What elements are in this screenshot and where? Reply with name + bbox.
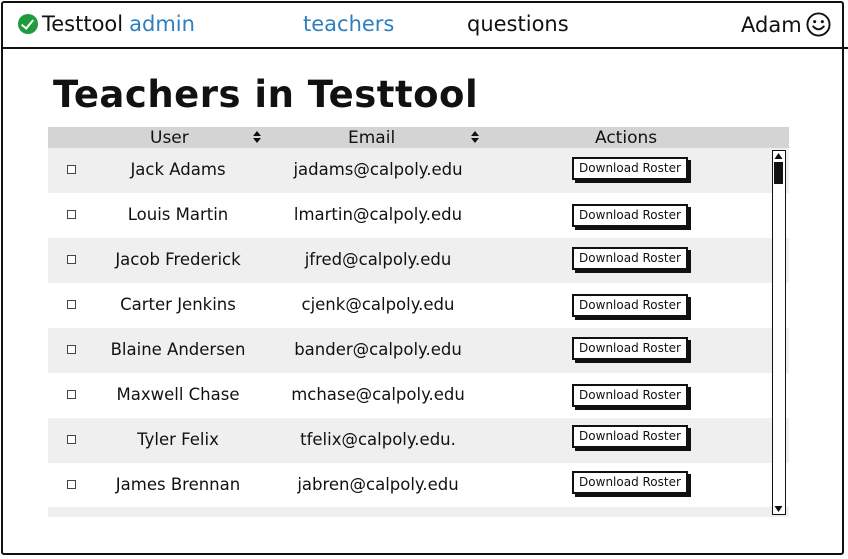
user-name-cell: Louis Martin	[127, 205, 229, 224]
download-roster-button[interactable]: Download Roster	[572, 337, 688, 360]
email-cell: mchase@calpoly.edu	[291, 385, 465, 404]
table-row-partial	[48, 507, 789, 517]
table-row: James Brennan jabren@calpoly.edu Download …	[48, 463, 789, 508]
download-roster-button[interactable]: Download Roster	[572, 471, 688, 494]
row-checkbox[interactable]	[67, 165, 76, 174]
column-header-actions: Actions	[595, 128, 658, 148]
check-icon	[18, 14, 38, 34]
nav-link-teachers[interactable]: teachers	[303, 12, 394, 36]
table-row: Blaine Andersen bander@calpoly.edu Downloa…	[48, 328, 789, 373]
email-cell: tfelix@calpoly.edu.	[300, 430, 456, 449]
email-cell: bander@calpoly.edu	[294, 340, 462, 359]
user-name-cell: Jack Adams	[130, 160, 226, 179]
email-cell: jfred@calpoly.edu	[304, 250, 452, 269]
table-row: Louis Martin lmartin@calpoly.edu Download …	[48, 193, 789, 238]
download-roster-button[interactable]: Download Roster	[572, 384, 688, 407]
scrollbar-thumb[interactable]	[774, 162, 783, 184]
download-roster-button[interactable]: Download Roster	[572, 294, 688, 317]
table-row: Maxwell Chase mchase@calpoly.edu Download …	[48, 373, 789, 418]
row-checkbox[interactable]	[67, 480, 76, 489]
row-checkbox[interactable]	[67, 390, 76, 399]
table-row: Tyler Felix tfelix@calpoly.edu. Download R…	[48, 418, 789, 463]
user-name-cell: Maxwell Chase	[116, 385, 240, 404]
page-title: Teachers in Testtool	[53, 73, 479, 116]
email-cell: cjenk@calpoly.edu	[301, 295, 455, 314]
user-name-cell: Carter Jenkins	[120, 295, 236, 314]
nav-link-questions[interactable]: questions	[467, 12, 569, 36]
download-roster-button[interactable]: Download Roster	[572, 425, 688, 448]
row-checkbox[interactable]	[67, 435, 76, 444]
row-checkbox[interactable]	[67, 210, 76, 219]
user-name-cell: Tyler Felix	[137, 430, 219, 449]
brand-name: Testtool	[42, 12, 124, 36]
download-roster-button[interactable]: Download Roster	[572, 157, 688, 180]
top-nav: Testtool admin teachers questions Adam	[3, 3, 848, 49]
smiley-icon	[806, 12, 831, 37]
column-header-user[interactable]: User	[150, 128, 189, 148]
user-name-cell: Blaine Andersen	[110, 340, 246, 359]
download-roster-button[interactable]: Download Roster	[572, 204, 688, 227]
sort-icon[interactable]	[470, 130, 480, 144]
scroll-up-icon[interactable]	[773, 151, 784, 161]
row-checkbox[interactable]	[67, 345, 76, 354]
sort-icon[interactable]	[252, 130, 262, 144]
table-row: Jack Adams jadams@calpoly.edu Download Ros…	[48, 148, 789, 193]
table-row: Jacob Frederick jfred@calpoly.edu Download…	[48, 238, 789, 283]
email-cell: lmartin@calpoly.edu	[293, 205, 463, 224]
download-roster-button[interactable]: Download Roster	[572, 247, 688, 270]
brand[interactable]: Testtool admin	[18, 12, 195, 36]
row-checkbox[interactable]	[67, 300, 76, 309]
vertical-scrollbar[interactable]	[772, 150, 786, 515]
scroll-down-icon[interactable]	[773, 504, 784, 514]
table-row: Carter Jenkins cjenk@calpoly.edu Download …	[48, 283, 789, 328]
user-menu[interactable]: Adam	[741, 12, 831, 37]
column-header-email[interactable]: Email	[348, 128, 395, 148]
table-header: User Email Actions	[48, 127, 789, 148]
user-name-cell: Jacob Frederick	[115, 250, 241, 269]
email-cell: jadams@calpoly.edu	[293, 160, 463, 179]
teachers-table: User Email Actions Jack Adams jadams@calp…	[48, 127, 789, 517]
user-name-cell: James Brennan	[115, 475, 241, 494]
row-checkbox[interactable]	[67, 255, 76, 264]
brand-accent: admin	[129, 12, 195, 36]
user-name: Adam	[741, 12, 802, 37]
email-cell: jabren@calpoly.edu	[297, 475, 459, 494]
